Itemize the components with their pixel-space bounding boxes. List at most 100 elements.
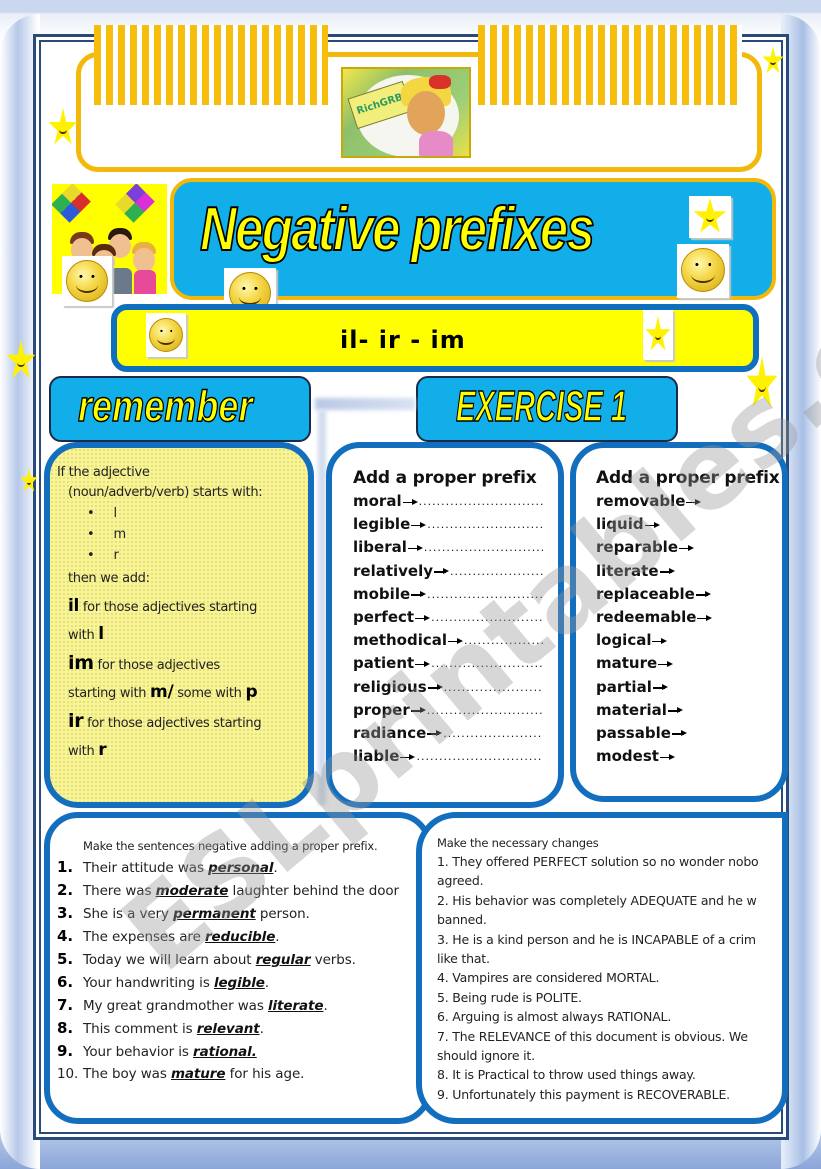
word-list-item: liquid [596,513,786,536]
logo-girl-bow [429,75,451,89]
change-line: 9. Unfortunately this payment is RECOVER… [437,1086,730,1102]
word-list-a: Add a proper prefix moral...............… [353,466,543,768]
sentence-after: . [259,1021,264,1037]
arrow-right-icon [658,660,674,668]
star-tile [689,196,731,238]
answer-blank[interactable]: ........................................… [464,629,543,652]
sentence-number: 8. [57,1019,73,1037]
arrow-right-icon [410,706,427,714]
change-line: 5. Being rude is POLITE. [437,989,582,1005]
ghost-decoration [315,398,415,410]
target-word: legible [213,975,265,991]
word-list-item: perfect.................................… [353,606,543,629]
sentence-before: This comment is [83,1021,197,1037]
sentence-after: . [275,929,280,945]
word-text: reparable [596,538,679,557]
rule-letter: • m [87,527,127,542]
word-list-item: mature [596,652,786,675]
word-list-item: moral...................................… [353,490,543,513]
kite-icon [115,184,155,223]
word-text: material [596,700,667,719]
word-list-item: liberal.................................… [353,536,543,559]
prefix-il: il [68,596,80,616]
word-text: legible [353,515,411,534]
sentence-number: 1. [57,858,73,876]
exercise-label: EXERCISE 1 [456,381,628,432]
word-text: patient [353,654,415,673]
word-text: proper [353,700,410,719]
sentence-after: laughter behind the door [228,883,400,899]
arrow-right-icon [402,498,419,506]
word-list-item: reparable [596,536,786,559]
answer-blank[interactable]: ........................................… [416,745,543,768]
word-text: replaceable [596,584,695,603]
sentence-item: 3. She is a very permanent person. [57,902,417,925]
word-list-item: religious...............................… [353,676,543,699]
sentence-before: My great grandmother was [83,998,268,1014]
target-word: literate [267,998,324,1014]
sentence-item: 5. Today we will learn about regular verb… [57,948,417,971]
smiley-icon [149,318,183,352]
word-text: relatively [353,561,434,580]
answer-blank[interactable]: ........................................… [431,652,543,675]
sentence-number: 7. [57,996,73,1014]
arrow-right-icon [407,544,424,552]
page-title: Negative prefixes [199,194,595,265]
rule-letter-text: r [113,548,119,563]
prefix-ir: ir [68,710,84,732]
word-list-item: removable [596,490,786,513]
banner-stripes-right [478,25,742,105]
word-text: liquid [596,515,644,534]
change-line: 2. His behavior was completely ADEQUATE … [437,892,757,908]
sentence-before: Your behavior is [83,1044,194,1060]
sentence-after: for his age. [225,1066,305,1082]
arrow-right-icon [667,706,684,714]
rule-letter-text: l [113,506,118,521]
change-line: 3. He is a kind person and he is INCAPAB… [437,931,756,947]
kite-icon [52,184,91,223]
sentence-item: 7. My great grandmother was literate. [57,994,417,1017]
answer-blank[interactable]: ........................................… [443,722,543,745]
sentence-after: person. [255,906,310,922]
rule-il-cont: with l [68,624,104,644]
word-list-item: radiance................................… [353,722,543,745]
arrow-right-icon [659,567,676,575]
answer-blank[interactable]: ........................................… [444,676,543,699]
answer-blank[interactable]: ........................................… [427,583,543,606]
rule-letter-text: m [113,527,127,542]
sentence-before: There was [83,883,156,899]
word-list-item: literate [596,560,786,583]
word-list-item: modest [596,745,786,768]
target-word: relevant [196,1021,260,1037]
sentence-before: The boy was [83,1066,171,1082]
sentences-instruction: Make the sentences negative adding a pro… [83,839,378,853]
answer-blank[interactable]: ........................................… [431,606,543,629]
answer-blank[interactable]: ........................................… [427,513,543,536]
word-list-b-title: Add a proper prefix [596,468,780,488]
arrow-right-icon [695,590,712,598]
answer-blank[interactable]: ........................................… [419,490,543,513]
smiley-icon [681,248,725,292]
word-text: literate [596,561,659,580]
answer-blank[interactable]: ........................................… [424,536,543,559]
rule-ir-cont: with r [68,740,107,760]
answer-blank[interactable]: ........................................… [450,560,543,583]
smiley-tile [146,313,186,357]
sentence-after: . [273,860,278,876]
remember-rules: If the adjective (noun/adverb/verb) star… [57,463,307,764]
smiley-tile [224,268,276,314]
sentence-before: Your handwriting is [83,975,214,991]
ghost-decoration [318,410,326,805]
word-list-item: proper..................................… [353,699,543,722]
arrow-right-icon [671,729,688,737]
smiley-tile [62,256,112,306]
arrow-right-icon [644,521,661,529]
arrow-right-icon [686,498,702,506]
word-list-item: partial [596,676,786,699]
sentence-after: . [323,998,328,1014]
change-line: 8. It is Practical to throw used things … [437,1067,696,1083]
word-list-b: Add a proper prefix removable liquid repar… [596,466,786,768]
answer-blank[interactable]: ........................................… [427,699,543,722]
change-line: 4. Vampires are considered MORTAL. [437,970,660,986]
prefix-im: im [68,652,94,674]
